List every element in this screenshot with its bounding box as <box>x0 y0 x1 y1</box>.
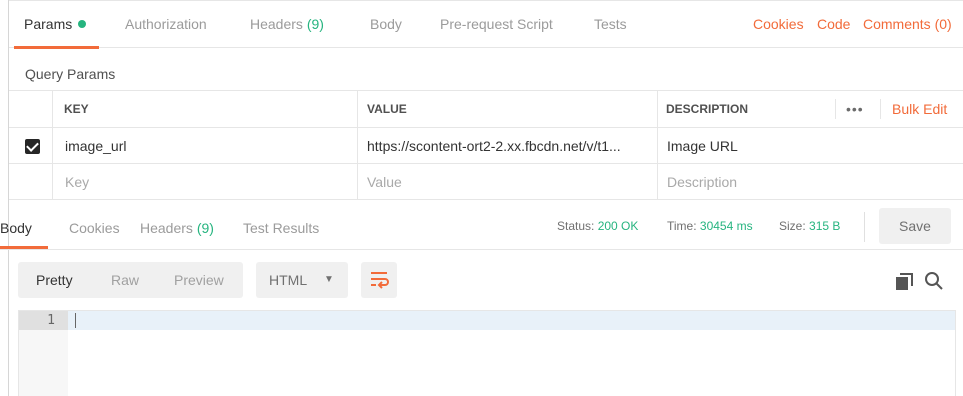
status-divider <box>864 212 865 242</box>
tab-response-headers[interactable]: Headers (9) <box>140 208 214 248</box>
query-params-title: Query Params <box>25 66 116 82</box>
column-divider <box>657 128 658 163</box>
view-mode-segmented-control: Pretty Raw Preview <box>18 262 243 298</box>
tab-headers[interactable]: Headers (9) <box>250 1 324 49</box>
tab-tests[interactable]: Tests <box>594 1 627 49</box>
text-cursor <box>75 313 76 328</box>
format-select[interactable]: HTML ▼ <box>256 262 348 298</box>
copy-icon[interactable] <box>895 273 913 291</box>
tab-params-label: Params <box>24 16 73 32</box>
column-divider <box>657 164 658 199</box>
wrap-lines-icon <box>371 272 389 289</box>
query-params-table: KEY VALUE DESCRIPTION ••• Bulk Edit imag… <box>9 90 963 201</box>
view-mode-pretty[interactable]: Pretty <box>36 262 73 298</box>
tab-headers-count: (9) <box>306 16 324 32</box>
status-readout: Status: 200 OK <box>557 208 638 244</box>
column-header-value: VALUE <box>367 102 407 116</box>
status-label: Status: <box>557 219 595 233</box>
param-key-input[interactable]: image_url <box>65 128 350 163</box>
code-link[interactable]: Code <box>817 1 850 49</box>
time-label: Time: <box>667 219 697 233</box>
status-value: 200 OK <box>597 219 639 233</box>
line-number: 1 <box>47 313 55 328</box>
size-value: 315 B <box>809 219 841 233</box>
column-divider <box>357 91 358 127</box>
tab-headers-label: Headers <box>250 16 303 32</box>
table-row: image_url https://scontent-ort2-2.xx.fbc… <box>9 128 963 164</box>
column-divider <box>835 99 836 119</box>
response-body-editor[interactable]: 1 <box>18 310 956 396</box>
column-divider <box>52 128 53 163</box>
new-key-input[interactable]: Key <box>65 164 89 199</box>
save-response-button[interactable]: Save <box>879 208 951 244</box>
param-description-input[interactable]: Image URL <box>667 128 957 163</box>
request-tabs: Params Authorization Headers (9) Body Pr… <box>9 0 963 49</box>
size-label: Size: <box>779 219 806 233</box>
time-readout: Time: 30454 ms <box>667 208 753 244</box>
table-row-empty: Key Value Description <box>9 164 963 200</box>
search-icon[interactable] <box>924 271 944 291</box>
column-divider <box>880 99 881 119</box>
tab-authorization[interactable]: Authorization <box>125 1 207 49</box>
new-value-input[interactable]: Value <box>367 164 402 199</box>
response-toolbar: Pretty Raw Preview HTML ▼ <box>0 262 963 298</box>
tab-params[interactable]: Params <box>24 1 87 49</box>
new-description-input[interactable]: Description <box>667 164 737 199</box>
view-mode-raw[interactable]: Raw <box>111 262 139 298</box>
column-divider <box>357 164 358 199</box>
chevron-down-icon: ▼ <box>324 274 334 285</box>
table-header-row: KEY VALUE DESCRIPTION ••• Bulk Edit <box>9 90 963 128</box>
param-value-input[interactable]: https://scontent-ort2-2.xx.fbcdn.net/v/t… <box>367 128 652 163</box>
view-mode-preview[interactable]: Preview <box>174 262 224 298</box>
size-readout: Size: 315 B <box>779 208 840 244</box>
params-active-dot <box>78 20 87 28</box>
tab-test-results[interactable]: Test Results <box>243 208 319 248</box>
tab-response-headers-label: Headers <box>140 220 193 236</box>
format-select-value: HTML <box>269 272 308 288</box>
more-options-icon[interactable]: ••• <box>846 91 864 127</box>
time-value: 30454 ms <box>699 219 753 233</box>
response-active-underline <box>0 246 48 249</box>
editor-active-line <box>68 311 955 330</box>
tab-pre-request-script[interactable]: Pre-request Script <box>440 1 553 49</box>
bulk-edit-link[interactable]: Bulk Edit <box>892 91 947 128</box>
tab-body[interactable]: Body <box>370 1 402 49</box>
wrap-lines-button[interactable] <box>361 262 397 298</box>
column-divider <box>657 91 658 127</box>
tab-response-body[interactable]: Body <box>0 208 32 248</box>
cookies-link[interactable]: Cookies <box>753 1 804 49</box>
column-header-description: DESCRIPTION <box>666 102 749 116</box>
active-tab-underline <box>14 46 99 49</box>
tab-response-headers-count: (9) <box>196 220 214 236</box>
column-divider <box>52 91 53 127</box>
response-tabs: Body Cookies Headers (9) Test Results St… <box>0 208 963 250</box>
tab-response-cookies[interactable]: Cookies <box>69 208 120 248</box>
row-enabled-checkbox[interactable] <box>25 139 40 154</box>
column-divider <box>52 164 53 199</box>
comments-link[interactable]: Comments (0) <box>863 1 952 49</box>
column-header-key: KEY <box>64 102 89 116</box>
column-divider <box>357 128 358 163</box>
